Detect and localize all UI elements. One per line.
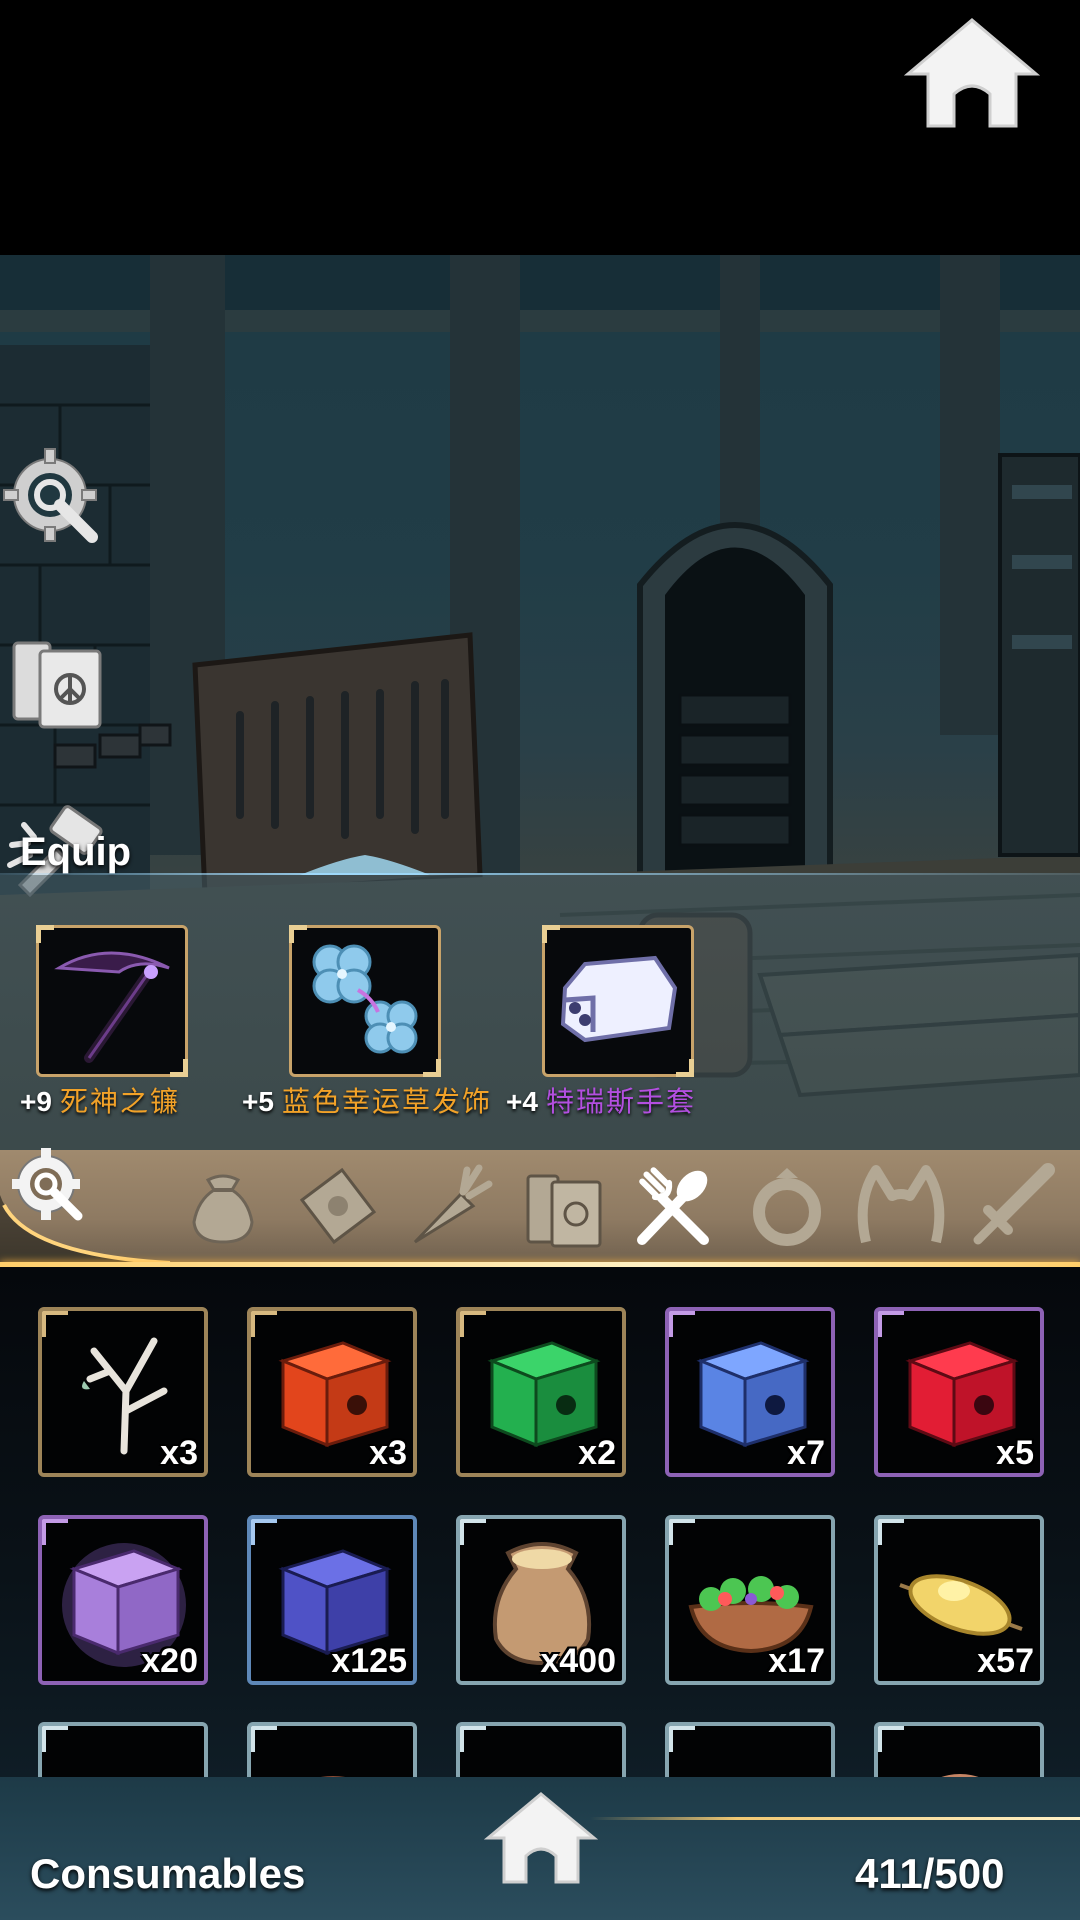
item-quantity: x17 [768,1642,825,1680]
equip-level: +4 [506,1086,538,1117]
gauntlet-icon [560,955,678,1043]
equip-level: +5 [242,1086,274,1117]
equip-slot-weapon[interactable] [36,925,188,1077]
inventory-grid: x3 x3 x2 x7 x5 x20 x125 x400 x17 x57 [0,1267,1080,1777]
inventory-slot[interactable]: x57 [874,1515,1044,1685]
meat-item-icon [941,1774,979,1777]
item-quantity: x400 [540,1642,616,1680]
slot-corner [460,1726,486,1752]
equip-label-1: +9 死神之镰 [20,1080,180,1120]
inventory-slot[interactable]: x3 [38,1307,208,1477]
inventory-slot[interactable]: x7 [665,1307,835,1477]
slot-corner [42,1726,68,1752]
inventory-slot[interactable]: x20 [38,1515,208,1685]
slot-corner [669,1726,695,1752]
home-icon[interactable] [484,1790,598,1888]
equip-name: 死神之镰 [59,1085,180,1118]
inventory-slot[interactable]: x17 [665,1515,835,1685]
slot-corner [289,925,307,943]
cat-ear-headband-icon[interactable] [856,1160,946,1250]
food-item-icon [321,1776,345,1777]
settings-search-icon[interactable] [0,445,110,555]
inventory-slot[interactable] [874,1722,1044,1777]
bag-icon[interactable] [178,1160,268,1250]
clover-hairpin-icon [312,944,418,1054]
equip-label-2: +5 蓝色幸运草发饰 [242,1080,492,1120]
scythe-icon [54,951,170,1063]
inventory-slot[interactable]: x2 [456,1307,626,1477]
equip-title: Equip [20,830,132,874]
bottom-accent-line [590,1817,1080,1820]
equip-name: 蓝色幸运草发饰 [281,1085,492,1118]
slot-corner [170,1059,188,1077]
sword-icon[interactable] [968,1160,1058,1250]
item-quantity: x2 [578,1434,616,1472]
item-quantity: x5 [996,1434,1034,1472]
inventory-slot[interactable] [456,1722,626,1777]
filter-settings-icon[interactable] [6,1142,96,1232]
item-quantity: x7 [787,1434,825,1472]
inventory-slot[interactable]: x400 [456,1515,626,1685]
inventory-slot[interactable] [665,1722,835,1777]
slot-corner [676,1059,694,1077]
inventory-slot[interactable] [38,1722,208,1777]
carrot-icon[interactable] [405,1160,495,1250]
item-quantity: x3 [369,1434,407,1472]
scroll-icon[interactable] [292,1160,382,1250]
equip-slot-gloves[interactable] [542,925,694,1077]
equip-name: 特瑞斯手套 [545,1085,696,1118]
inventory-capacity: 411/500 [855,1850,1005,1897]
utensils-icon[interactable] [628,1160,718,1250]
top-bar [0,0,1080,255]
slot-corner [423,1059,441,1077]
books-icon[interactable] [518,1160,608,1250]
slot-corner [542,925,560,943]
item-quantity: x20 [141,1642,198,1680]
equip-level: +9 [20,1086,52,1117]
slot-corner [36,925,54,943]
inventory-slot[interactable]: x5 [874,1307,1044,1477]
inventory-slot[interactable]: x125 [247,1515,417,1685]
equip-slot-accessory[interactable] [289,925,441,1077]
inventory-slot[interactable]: x3 [247,1307,417,1477]
codex-books-icon[interactable] [0,625,110,735]
equip-label-3: +4 特瑞斯手套 [506,1080,696,1120]
inventory-slot[interactable] [247,1722,417,1777]
ring-icon[interactable] [742,1160,832,1250]
item-quantity: x57 [977,1642,1034,1680]
category-label: Consumables [30,1850,306,1897]
item-quantity: x3 [160,1434,198,1472]
home-icon[interactable] [904,16,1040,132]
item-quantity: x125 [331,1642,407,1680]
